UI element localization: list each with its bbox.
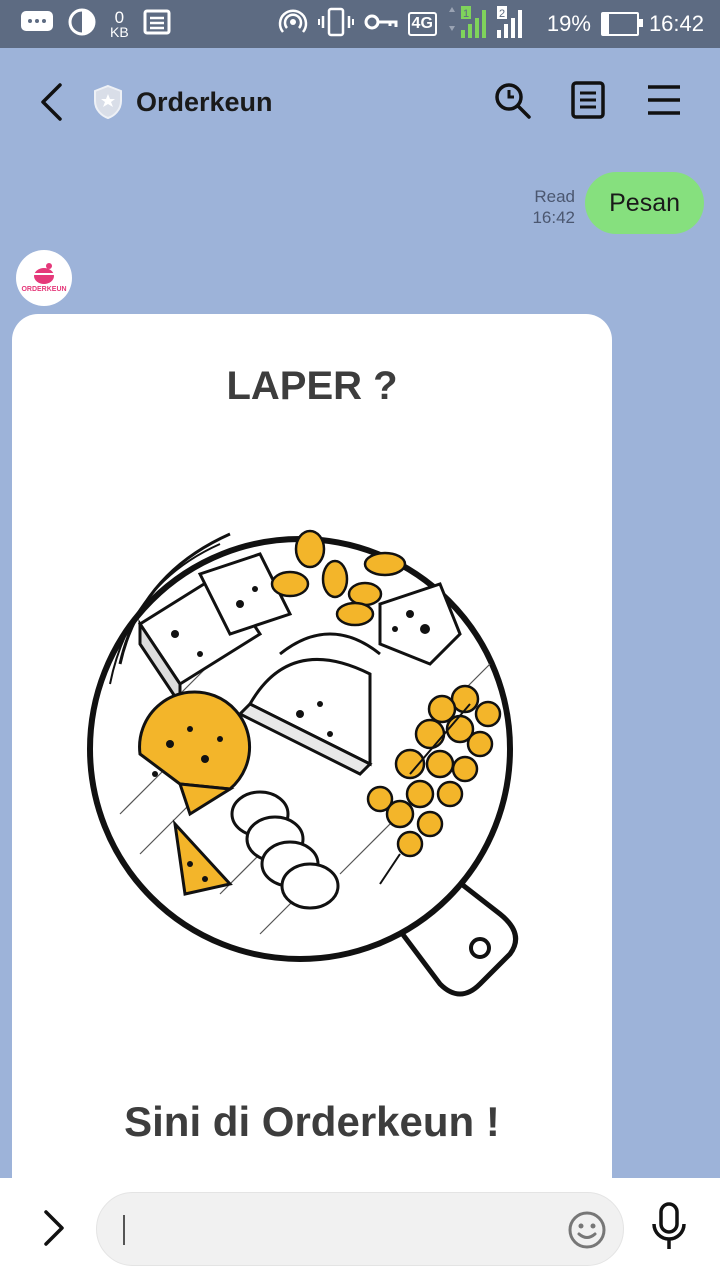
emoji-icon[interactable] — [567, 1210, 607, 1255]
sent-message-bubble[interactable]: Pesan — [585, 172, 704, 234]
input-bar — [0, 1178, 720, 1280]
text-caret — [123, 1215, 125, 1245]
sim1-label: 1 — [463, 8, 469, 20]
chat-header: Orderkeun — [0, 48, 720, 158]
expand-icon[interactable] — [38, 1206, 68, 1255]
message-input[interactable] — [96, 1192, 624, 1266]
half-circle-icon — [68, 8, 96, 41]
back-icon[interactable] — [36, 82, 66, 127]
hotspot-icon — [278, 7, 308, 42]
read-time: 16:42 — [532, 208, 575, 227]
orderkeun-logo-icon — [34, 263, 54, 284]
promo-card[interactable]: LAPER ? Sini di Orderkeun ! — [12, 314, 612, 1234]
data-speed: 0 KB — [110, 7, 129, 40]
network-type: 4G — [407, 12, 437, 36]
battery-percent: 19% — [546, 11, 591, 36]
card-title: LAPER ? — [226, 364, 398, 408]
avatar[interactable]: ORDERKEUN — [16, 250, 72, 306]
battery-icon — [600, 12, 643, 36]
menu-icon[interactable] — [644, 80, 684, 125]
chat-title: Orderkeun — [136, 87, 273, 117]
search-icon[interactable] — [492, 80, 532, 125]
battery-level — [602, 14, 610, 34]
card-subtitle: Sini di Orderkeun ! — [124, 1098, 500, 1145]
data-speed-value: 0 — [114, 7, 125, 27]
shield-icon — [92, 84, 124, 125]
clock: 16:42 — [648, 11, 704, 36]
avatar-label: ORDERKEUN — [21, 286, 67, 293]
notes-icon[interactable] — [568, 80, 608, 125]
status-bar: 0 KB 4G 1 2 19% 16:42 — [0, 0, 720, 48]
read-status: Read — [534, 187, 575, 206]
chat-notification-icon — [20, 9, 54, 40]
mic-icon[interactable] — [650, 1202, 688, 1257]
data-speed-unit: KB — [110, 23, 129, 40]
sim2-label: 2 — [499, 8, 505, 20]
news-icon — [143, 8, 171, 41]
vpn-key-icon — [364, 12, 398, 37]
cheese-board-illustration — [87, 529, 519, 997]
read-receipt: Read 16:42 — [532, 186, 575, 228]
vibrate-icon — [317, 7, 354, 42]
signal-icon: 1 2 — [447, 4, 537, 45]
